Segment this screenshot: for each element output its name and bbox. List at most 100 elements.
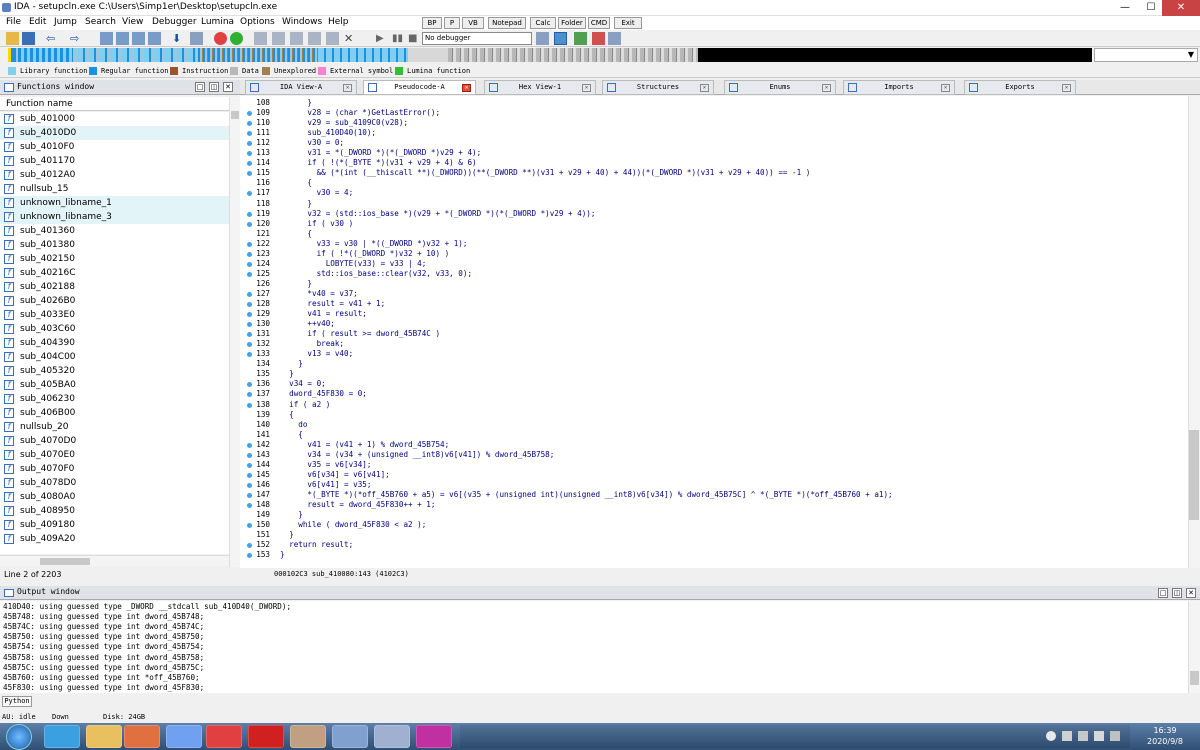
code-line[interactable]: 142 v41 = (v41 + 1) % dword_45B754; xyxy=(240,440,1188,450)
function-list-item[interactable]: f sub_406B00 xyxy=(0,406,229,420)
breakpoint-dot-icon[interactable] xyxy=(247,352,252,358)
float-icon[interactable]: ◫ xyxy=(209,82,219,92)
breakpoint-dot-icon[interactable] xyxy=(247,241,252,247)
breakpoint-dot-icon[interactable] xyxy=(247,503,252,508)
tray-icon[interactable] xyxy=(1046,731,1056,741)
function-list-item[interactable]: f sub_4010D0 xyxy=(0,126,229,140)
code-line[interactable]: 127 *v40 = v37; xyxy=(240,289,1188,299)
explorer-icon[interactable] xyxy=(86,725,122,748)
function-list-item[interactable]: f sub_4026B0 xyxy=(0,294,229,308)
code-line[interactable]: 135 } xyxy=(240,369,1188,379)
save-icon[interactable] xyxy=(22,32,35,45)
breakpoint-dot-icon[interactable] xyxy=(247,402,252,408)
breakpoint-dot-icon[interactable] xyxy=(247,271,252,277)
breakpoint-dot-icon[interactable] xyxy=(247,312,252,318)
code-line[interactable]: 110 v29 = sub_4109C0(v28); xyxy=(240,118,1188,128)
call-icon[interactable] xyxy=(290,32,303,45)
play-icon[interactable]: ▶ xyxy=(376,32,389,45)
code-line[interactable]: 139 { xyxy=(240,410,1188,420)
patch-icon[interactable] xyxy=(326,32,339,45)
graph-icon[interactable] xyxy=(254,32,267,45)
function-list-item[interactable]: f sub_40216C xyxy=(0,266,229,280)
code-line[interactable]: 121 { xyxy=(240,229,1188,239)
close-button[interactable]: ✕ xyxy=(1162,0,1200,16)
menu-view[interactable]: View xyxy=(122,17,143,27)
code-line[interactable]: 136 v34 = 0; xyxy=(240,379,1188,389)
breakpoint-dot-icon[interactable] xyxy=(247,161,252,167)
run-icon[interactable] xyxy=(230,32,243,45)
menu-jump[interactable]: Jump xyxy=(54,17,77,27)
attach-icon[interactable] xyxy=(554,32,567,45)
breakpoint-dot-icon[interactable] xyxy=(247,251,252,257)
tab-close-icon[interactable]: ✕ xyxy=(343,84,352,92)
code-line[interactable]: 148 result = dword_45F830++ + 1; xyxy=(240,500,1188,510)
navigation-dropdown[interactable]: ▼ xyxy=(1094,48,1198,62)
data-icon[interactable] xyxy=(116,32,129,45)
breakpoint-dot-icon[interactable] xyxy=(247,382,252,388)
breakpoint-dot-icon[interactable] xyxy=(247,322,252,328)
function-list-item[interactable]: f sub_408950 xyxy=(0,504,229,518)
hex-app-icon[interactable] xyxy=(416,725,452,748)
breakpoint-dot-icon[interactable] xyxy=(247,211,252,217)
open-icon[interactable] xyxy=(6,32,19,45)
tab-close-icon[interactable]: ✕ xyxy=(941,84,950,92)
undefine-icon[interactable] xyxy=(190,32,203,45)
tab-close-icon[interactable]: ✕ xyxy=(582,84,591,92)
tab-close-icon[interactable]: ✕ xyxy=(462,84,471,92)
code-line[interactable]: 114 if ( !(*(_BYTE *)(v31 + v29 + 4) & 6… xyxy=(240,158,1188,168)
breakpoint-dot-icon[interactable] xyxy=(247,332,252,338)
code-line[interactable]: 138 if ( a2 ) xyxy=(240,400,1188,410)
function-list-item[interactable]: f sub_4080A0 xyxy=(0,490,229,504)
app-grid-icon[interactable] xyxy=(374,725,410,748)
system-clock[interactable]: 16:39 2020/9/8 xyxy=(1140,725,1190,747)
cmd-button[interactable]: CMD xyxy=(588,17,610,29)
breakpoint-dot-icon[interactable] xyxy=(247,291,252,297)
stop-debug-icon[interactable]: ■ xyxy=(408,32,421,45)
code-line[interactable]: 133 v13 = v40; xyxy=(240,349,1188,359)
function-list-item[interactable]: f sub_404C00 xyxy=(0,350,229,364)
menu-debugger[interactable]: Debugger xyxy=(152,17,197,27)
function-list-item[interactable]: f sub_404390 xyxy=(0,336,229,350)
menu-edit[interactable]: Edit xyxy=(29,17,46,27)
menu-lumina[interactable]: Lumina xyxy=(201,17,234,27)
breakpoint-dot-icon[interactable] xyxy=(247,121,252,127)
cancel-icon[interactable]: ✕ xyxy=(344,32,357,45)
function-list-item[interactable]: f sub_409180 xyxy=(0,518,229,532)
function-list-item[interactable]: f sub_402150 xyxy=(0,252,229,266)
menu-options[interactable]: Options xyxy=(240,17,275,27)
code-line[interactable]: 115 && (*(int (__thiscall **)(_DWORD))(*… xyxy=(240,168,1188,178)
breakpoint-dot-icon[interactable] xyxy=(247,462,252,468)
code-line[interactable]: 119 v32 = (std::ios_base *)(v29 + *(_DWO… xyxy=(240,209,1188,219)
close-icon[interactable]: ✕ xyxy=(223,82,233,92)
maximize-button[interactable]: ☐ xyxy=(1138,0,1164,16)
code-line[interactable]: 149 } xyxy=(240,510,1188,520)
pseudocode-view[interactable]: 108 } 109 v28 = (char *)GetLastError(); 11… xyxy=(240,96,1188,568)
breakpoint-dot-icon[interactable] xyxy=(247,261,252,267)
breakpoint-dot-icon[interactable] xyxy=(247,452,252,458)
binary-icon[interactable] xyxy=(100,32,113,45)
function-list-item[interactable]: f unknown_libname_3 xyxy=(0,210,229,224)
minimize-button[interactable]: — xyxy=(1112,0,1138,16)
code-line[interactable]: 112 v30 = 0; xyxy=(240,138,1188,148)
code-line[interactable]: 130 ++v40; xyxy=(240,319,1188,329)
code-line[interactable]: 137 dword_45F830 = 0; xyxy=(240,389,1188,399)
network-icon[interactable] xyxy=(1062,731,1072,741)
trace-icon[interactable] xyxy=(308,32,321,45)
flag-icon[interactable] xyxy=(1094,731,1104,741)
function-list-item[interactable]: f nullsub_20 xyxy=(0,420,229,434)
breakpoint-dot-icon[interactable] xyxy=(247,472,252,478)
menu-help[interactable]: Help xyxy=(328,17,349,27)
function-list-item[interactable]: f sub_401170 xyxy=(0,154,229,168)
function-name-column-header[interactable]: Function name xyxy=(0,97,229,111)
ie-icon[interactable] xyxy=(44,725,80,748)
functions-horizontal-scrollbar[interactable] xyxy=(0,555,229,566)
tab-structures[interactable]: Structures ✕ xyxy=(602,80,714,95)
code-line[interactable]: 122 v33 = v30 | *((_DWORD *)v32 + 1); xyxy=(240,239,1188,249)
breakpoint-dot-icon[interactable] xyxy=(247,392,252,398)
function-list-item[interactable]: f sub_4070D0 xyxy=(0,434,229,448)
menu-windows[interactable]: Windows xyxy=(282,17,322,27)
code-line[interactable]: 120 if ( v30 ) xyxy=(240,219,1188,229)
functions-scroll-thumb[interactable] xyxy=(231,111,239,119)
tab-pseudocode-a[interactable]: Pseudocode-A ✕ xyxy=(363,80,476,95)
debugger-select[interactable]: No debugger xyxy=(422,32,532,45)
